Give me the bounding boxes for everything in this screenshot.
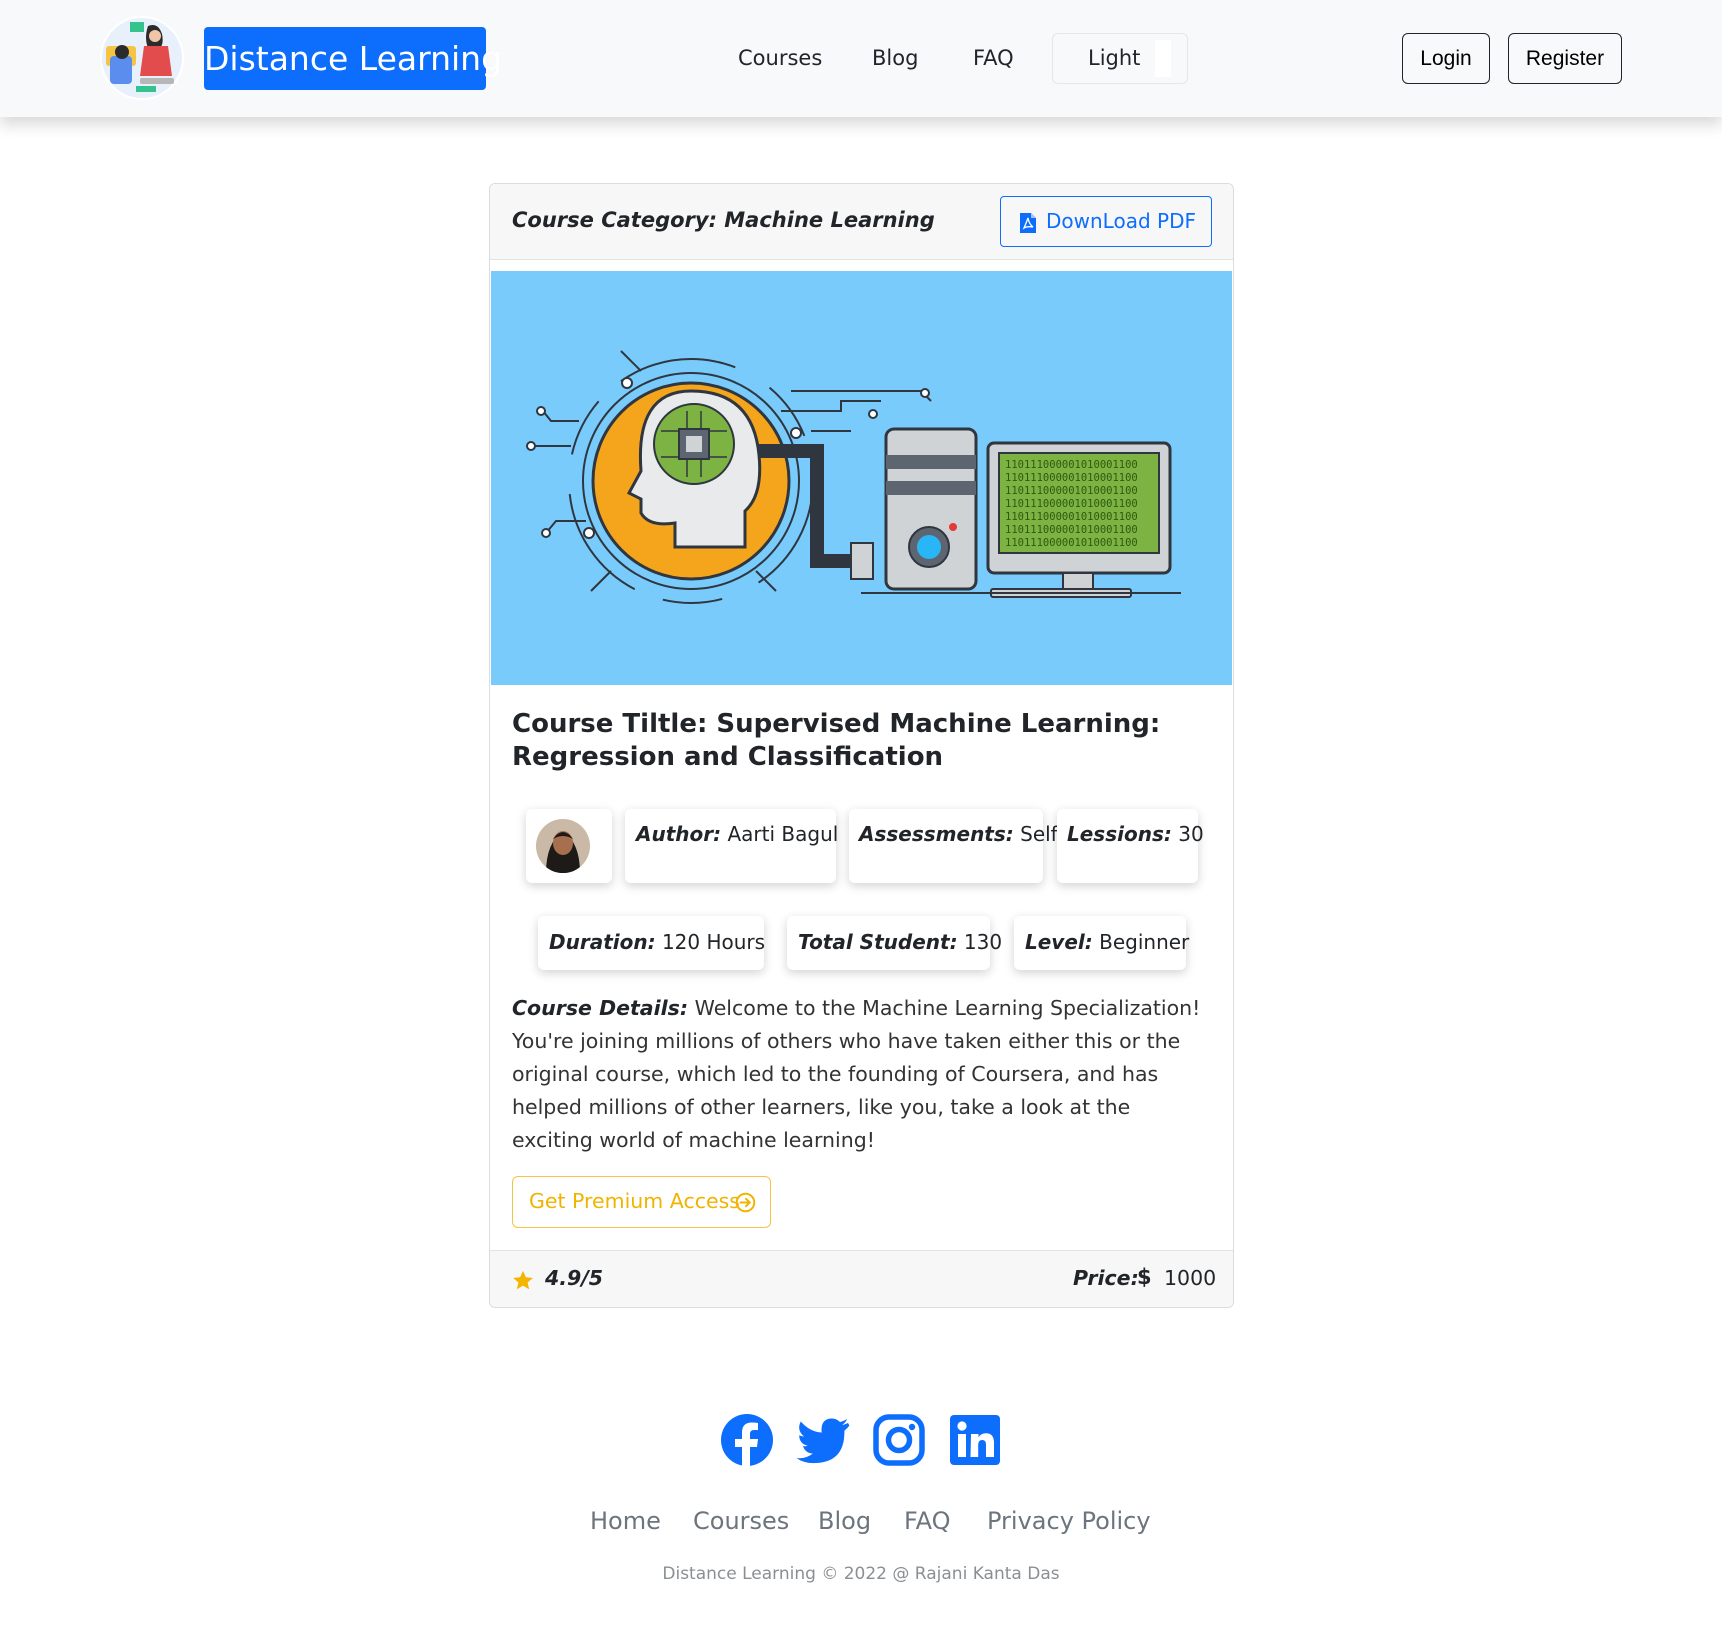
binary-screen-text: 110111000001010001100 110111000001010001… [1005, 459, 1138, 549]
theme-toggle-button[interactable]: Light [1052, 33, 1188, 84]
avatar [536, 819, 590, 873]
course-category: Course Category: Machine Learning [512, 208, 935, 232]
footer-link-privacy-policy[interactable]: Privacy Policy [987, 1507, 1151, 1535]
svg-text:110111000001010001100: 110111000001010001100 [1005, 459, 1138, 471]
footer-link-faq[interactable]: FAQ [904, 1507, 951, 1535]
card-footer: 4.9/5 Price: $ 1000 [490, 1250, 1233, 1307]
twitter-icon[interactable] [796, 1413, 850, 1467]
author-info: Author: Aarti Bagul [625, 809, 839, 883]
get-premium-access-button[interactable]: Get Premium Access [512, 1176, 771, 1228]
level-key: Level: [1025, 930, 1093, 954]
lessons-value: 30 [1178, 822, 1204, 846]
logo-illustration-icon [102, 18, 182, 98]
duration-value: 120 Hours [661, 930, 766, 954]
linkedin-icon[interactable] [948, 1413, 1002, 1467]
svg-text:110111000001010001100: 110111000001010001100 [1005, 537, 1138, 549]
course-card: Course Category: Machine Learning DownLo… [489, 183, 1234, 1308]
copyright-text: Distance Learning © 2022 @ Rajani Kanta … [662, 1564, 1060, 1584]
svg-text:110111000001010001100: 110111000001010001100 [1005, 472, 1138, 484]
register-button[interactable]: Register [1508, 33, 1622, 84]
footer-link-home[interactable]: Home [590, 1507, 661, 1535]
nav-link-blog[interactable]: Blog [872, 44, 918, 72]
author-photo-icon [536, 819, 590, 873]
price-value: 1000 [1164, 1266, 1217, 1290]
rating-value: 4.9/5 [545, 1266, 604, 1290]
lessons-key: Lessions: [1067, 822, 1172, 846]
assessments-info: Assessments: Self [849, 809, 1058, 883]
author-value: Aarti Bagul [727, 822, 839, 846]
author-avatar-card [526, 809, 612, 883]
card-header: Course Category: Machine Learning DownLo… [490, 184, 1233, 260]
svg-text:110111000001010001100: 110111000001010001100 [1005, 498, 1138, 510]
students-value: 130 [963, 930, 1003, 954]
level-info: Level: Beginner [1014, 916, 1190, 970]
brand-logo[interactable] [100, 16, 184, 100]
assessments-value: Self [1020, 822, 1058, 846]
duration-info: Duration: 120 Hours [538, 916, 766, 970]
star-icon [513, 1270, 533, 1290]
nav-link-faq[interactable]: FAQ [973, 44, 1014, 72]
dollar-icon: $ [1137, 1265, 1152, 1289]
price-key: Price: [1073, 1266, 1139, 1290]
level-value: Beginner [1099, 930, 1190, 954]
download-pdf-label: DownLoad PDF [1046, 209, 1196, 233]
students-key: Total Student: [798, 930, 958, 954]
premium-label: Get Premium Access [529, 1189, 740, 1213]
nav-link-courses[interactable]: Courses [738, 44, 822, 72]
details-key: Course Details: [512, 996, 689, 1020]
course-details: Course Details: Welcome to the Machine L… [512, 992, 1217, 1157]
svg-text:110111000001010001100: 110111000001010001100 [1005, 524, 1138, 536]
svg-text:110111000001010001100: 110111000001010001100 [1005, 511, 1138, 523]
footer-link-blog[interactable]: Blog [818, 1507, 871, 1535]
course-hero-image: 110111000001010001100 110111000001010001… [491, 271, 1232, 685]
lessons-info: Lessions: 30 [1057, 809, 1204, 883]
navbar: Distance Learning Courses Blog FAQ Light… [0, 0, 1722, 117]
duration-key: Duration: [549, 930, 656, 954]
machine-learning-illustration: 110111000001010001100 110111000001010001… [526, 350, 1181, 604]
theme-toggle-knob [1155, 40, 1171, 77]
author-key: Author: [636, 822, 722, 846]
total-students-info: Total Student: 130 [787, 916, 1002, 970]
svg-text:110111000001010001100: 110111000001010001100 [1005, 485, 1138, 497]
footer-link-courses[interactable]: Courses [693, 1507, 789, 1535]
download-pdf-button[interactable]: DownLoad PDF [1000, 196, 1212, 247]
theme-toggle-label: Light [1088, 46, 1141, 70]
arrow-right-circle-icon [735, 1192, 756, 1213]
facebook-icon[interactable] [720, 1413, 774, 1467]
pdf-file-icon [1020, 213, 1036, 233]
assessments-key: Assessments: [859, 822, 1014, 846]
login-button[interactable]: Login [1402, 33, 1490, 84]
instagram-icon[interactable] [872, 1413, 926, 1467]
course-title: Course Tiltle: Supervised Machine Learni… [512, 709, 1161, 772]
brand-name[interactable]: Distance Learning [204, 27, 502, 90]
